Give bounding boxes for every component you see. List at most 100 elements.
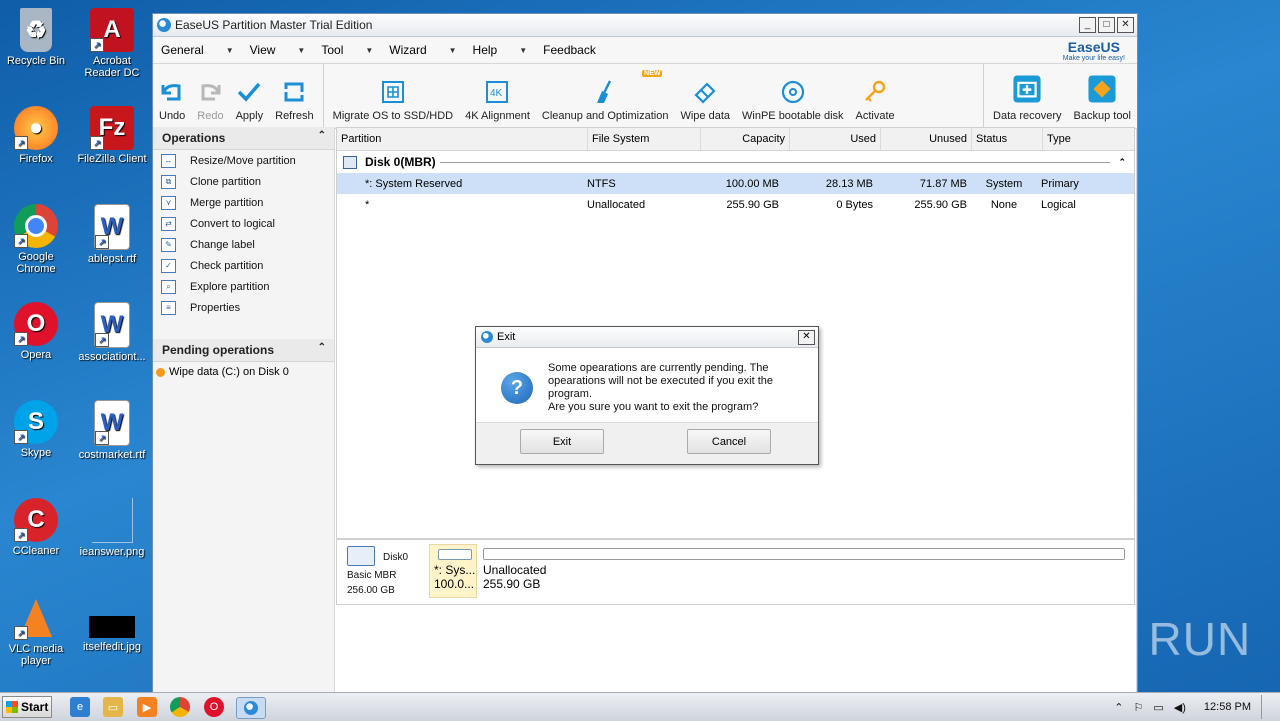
segment-name: *: Sys... bbox=[434, 563, 476, 577]
op-properties[interactable]: ≡ Properties bbox=[153, 297, 334, 318]
desktop-icon-acrobat[interactable]: A ↗ Acrobat Reader DC bbox=[76, 8, 148, 79]
menu-general[interactable]: General ▼ bbox=[153, 43, 242, 57]
dialog-titlebar[interactable]: Exit ✕ bbox=[476, 327, 818, 348]
op-explore[interactable]: ⌕ Explore partition bbox=[153, 276, 334, 297]
segment-size: 255.90 GB bbox=[483, 577, 541, 591]
desktop-icon-opera[interactable]: O ↗ Opera bbox=[0, 302, 72, 361]
op-resize-move[interactable]: ↔ Resize/Move partition bbox=[153, 150, 334, 171]
disk-type: Basic MBR bbox=[347, 570, 397, 581]
show-desktop-button[interactable] bbox=[1261, 695, 1272, 719]
table-row[interactable]: *: System Reserved NTFS 100.00 MB 28.13 … bbox=[337, 173, 1134, 194]
collapse-icon[interactable]: ⌃ bbox=[318, 130, 326, 141]
desktop-icon-chrome[interactable]: ↗ Google Chrome bbox=[0, 204, 72, 275]
col-partition[interactable]: Partition bbox=[337, 128, 588, 150]
redo-button[interactable]: Redo bbox=[191, 64, 229, 128]
partition-segment-system[interactable]: *: Sys... 100.0... bbox=[429, 544, 477, 598]
desktop-icon-label: costmarket.rtf bbox=[78, 449, 146, 461]
opera-taskbar-icon[interactable]: O bbox=[204, 697, 224, 717]
explorer-taskbar-icon[interactable]: ▭ bbox=[103, 697, 123, 717]
col-file-system[interactable]: File System bbox=[588, 128, 701, 150]
4k-alignment-button[interactable]: 4K 4K Alignment bbox=[459, 64, 536, 128]
desktop-icon-ablepst[interactable]: W ↗ ablepst.rtf bbox=[76, 204, 148, 265]
partition-segment-unallocated[interactable]: Unallocated 255.90 GB bbox=[483, 544, 1129, 598]
table-row[interactable]: * Unallocated 255.90 GB 0 Bytes 255.90 G… bbox=[337, 194, 1134, 215]
wipe-data-button[interactable]: Wipe data bbox=[674, 64, 736, 128]
col-used[interactable]: Used bbox=[790, 128, 881, 150]
cell-used: 28.13 MB bbox=[825, 177, 873, 190]
desktop-icon-itselfedit[interactable]: itselfedit.jpg bbox=[76, 596, 148, 653]
clock[interactable]: 12:58 PM bbox=[1204, 701, 1251, 713]
menu-help[interactable]: Help ▼ bbox=[465, 43, 536, 57]
col-type[interactable]: Type bbox=[1043, 128, 1134, 150]
network-icon[interactable]: ▭ bbox=[1153, 701, 1163, 714]
desktop-icon-firefox[interactable]: ● ↗ Firefox bbox=[0, 106, 72, 165]
desktop-icon-vlc[interactable]: ↗ VLC media player bbox=[0, 596, 72, 667]
svg-text:4K: 4K bbox=[490, 88, 503, 99]
winpe-button[interactable]: WinPE bootable disk bbox=[736, 64, 850, 128]
op-convert-logical[interactable]: ⇄ Convert to logical bbox=[153, 213, 334, 234]
resize-icon: ↔ bbox=[161, 153, 176, 168]
desktop-icon-recycle-bin[interactable]: ♻ Recycle Bin bbox=[0, 8, 72, 67]
menu-wizard[interactable]: Wizard ▼ bbox=[381, 43, 464, 57]
action-center-flag-icon[interactable]: ⚐ bbox=[1134, 701, 1144, 714]
partition-usage-bar bbox=[483, 548, 1125, 560]
desktop-icon-label: CCleaner bbox=[12, 545, 60, 557]
undo-button[interactable]: Undo bbox=[153, 64, 191, 128]
disk-group-row[interactable]: Disk 0(MBR) ⌃ bbox=[337, 151, 1134, 173]
operations-title: Operations bbox=[162, 131, 226, 145]
col-unused[interactable]: Unused bbox=[881, 128, 972, 150]
backup-tool-button[interactable]: Backup tool bbox=[1068, 64, 1137, 128]
op-check-partition[interactable]: ✓ Check partition bbox=[153, 255, 334, 276]
desktop-icon-filezilla[interactable]: Fz ↗ FileZilla Client bbox=[76, 106, 148, 165]
pending-header[interactable]: Pending operations ⌃ bbox=[153, 339, 334, 362]
menu-feedback[interactable]: Feedback bbox=[535, 43, 604, 57]
dialog-body: ? Some opearations are currently pending… bbox=[476, 348, 818, 422]
ie-taskbar-icon[interactable]: e bbox=[70, 697, 90, 717]
tray-expand-icon[interactable]: ⌃ bbox=[1114, 701, 1123, 714]
volume-icon[interactable]: ◀) bbox=[1174, 701, 1186, 714]
refresh-button[interactable]: Refresh bbox=[269, 64, 320, 128]
cleanup-label: Cleanup and Optimization bbox=[541, 110, 669, 122]
desktop-icon-ccleaner[interactable]: C ↗ CCleaner bbox=[0, 498, 72, 557]
minimize-button[interactable]: _ bbox=[1079, 17, 1096, 33]
toolbar: Undo Redo Apply Refresh Migrate OS to SS… bbox=[153, 64, 1137, 129]
data-recovery-button[interactable]: Data recovery bbox=[987, 64, 1067, 128]
migrate-os-button[interactable]: Migrate OS to SSD/HDD bbox=[327, 64, 459, 128]
chrome-taskbar-icon[interactable] bbox=[170, 697, 190, 717]
op-change-label[interactable]: ✎ Change label bbox=[153, 234, 334, 255]
easeus-taskbar-icon[interactable] bbox=[236, 697, 266, 719]
col-capacity[interactable]: Capacity bbox=[701, 128, 790, 150]
acrobat-icon: A ↗ bbox=[90, 8, 134, 52]
col-status[interactable]: Status bbox=[972, 128, 1043, 150]
op-label: Change label bbox=[190, 238, 255, 251]
start-button[interactable]: Start bbox=[2, 696, 52, 718]
apply-button[interactable]: Apply bbox=[230, 64, 270, 128]
desktop-icon-costmarket[interactable]: W ↗ costmarket.rtf bbox=[76, 400, 148, 461]
dialog-message-line2: Are you sure you want to exit the progra… bbox=[548, 401, 759, 413]
desktop-icon-associationt[interactable]: W ↗ associationt... bbox=[76, 302, 148, 363]
menu-view[interactable]: View ▼ bbox=[242, 43, 314, 57]
media-player-taskbar-icon[interactable]: ▶ bbox=[137, 697, 157, 717]
desktop-icon-skype[interactable]: S ↗ Skype bbox=[0, 400, 72, 459]
desktop-icon-label: FileZilla Client bbox=[77, 153, 147, 165]
collapse-icon[interactable]: ⌃ bbox=[318, 342, 326, 353]
system-tray: ⌃ ⚐ ▭ ◀) 12:58 PM bbox=[1114, 693, 1272, 721]
anyrun-watermark: ANY RUN bbox=[1038, 613, 1252, 665]
close-button[interactable]: ✕ bbox=[1117, 17, 1134, 33]
cleanup-button[interactable]: NEW Cleanup and Optimization bbox=[536, 64, 675, 128]
menu-tool[interactable]: Tool ▼ bbox=[313, 43, 381, 57]
word-doc-icon: W ↗ bbox=[94, 302, 130, 348]
activate-button[interactable]: Activate bbox=[850, 64, 901, 128]
collapse-icon[interactable]: ⌃ bbox=[1118, 157, 1126, 168]
cancel-button[interactable]: Cancel bbox=[687, 429, 771, 454]
dialog-close-button[interactable]: ✕ bbox=[798, 329, 815, 345]
window-titlebar[interactable]: EaseUS Partition Master Trial Edition _ … bbox=[153, 14, 1137, 37]
operations-header[interactable]: Operations ⌃ bbox=[153, 127, 334, 150]
desktop-icon-ieanswer[interactable]: ieanswer.png bbox=[76, 498, 148, 558]
op-merge[interactable]: ⋎ Merge partition bbox=[153, 192, 334, 213]
op-clone[interactable]: ⧉ Clone partition bbox=[153, 171, 334, 192]
maximize-button[interactable]: □ bbox=[1098, 17, 1115, 33]
exit-button[interactable]: Exit bbox=[520, 429, 604, 454]
windows-logo-icon bbox=[6, 701, 18, 713]
dialog-message-line1: Some opearations are currently pending. … bbox=[548, 362, 774, 400]
